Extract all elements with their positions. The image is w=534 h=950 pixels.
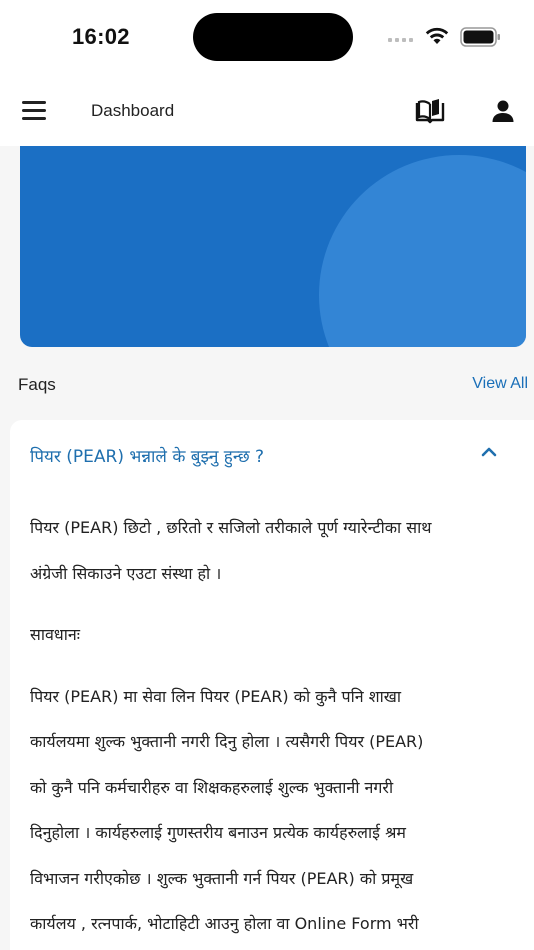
faq-card: पियर (PEAR) भन्नाले के बुझ्नु हुन्छ ? पि… <box>10 420 534 950</box>
warning-label: सावधानः <box>30 625 80 644</box>
faq-answer: पियर (PEAR) छिटो , छरितो र सजिलो तरीकाले… <box>30 505 520 947</box>
answer-line: पियर (PEAR) छिटो , छरितो र सजिलो तरीकाले… <box>30 518 432 537</box>
app-bar: Dashboard <box>0 80 534 146</box>
menu-icon[interactable] <box>22 101 48 123</box>
answer-line: अंग्रेजी सिकाउने एउटा संस्था हो । <box>30 563 222 583</box>
promo-banner[interactable] <box>20 146 526 347</box>
answer-line: विभाजन गरीएकोछ । शुल्क भुक्तानी गर्न पिय… <box>30 868 414 888</box>
answer-line: कार्यलयमा शुल्क भुक्तानी नगरी दिनु होला … <box>30 732 424 751</box>
book-icon[interactable] <box>414 98 446 124</box>
answer-line: पियर (PEAR) मा सेवा लिन पियर (PEAR) को क… <box>30 686 401 706</box>
answer-line: दिनुहोला । कार्यहरुलाई गुणस्तरीय बनाउन प… <box>30 823 406 842</box>
chevron-up-icon[interactable] <box>480 446 498 458</box>
faq-question[interactable]: पियर (PEAR) भन्नाले के बुझ्नु हुन्छ ? <box>30 444 264 467</box>
faqs-section-title: Faqs <box>18 375 56 394</box>
wifi-icon <box>425 27 449 44</box>
person-icon[interactable] <box>490 98 516 124</box>
answer-line: कार्यलय , रत्नपार्क, भोटाहिटी आउनु होला … <box>30 914 419 933</box>
dynamic-island <box>193 13 353 61</box>
battery-icon <box>460 27 500 47</box>
page-title: Dashboard <box>91 101 175 120</box>
banner-decoration <box>319 155 526 347</box>
status-time: 16:02 <box>72 24 130 49</box>
view-all-link[interactable]: View All <box>472 375 528 393</box>
status-bar: 16:02 <box>0 0 534 80</box>
answer-line: को कुनै पनि कर्मचारीहरु वा शिक्षकहरुलाई … <box>30 777 394 797</box>
cellular-signal-icon <box>388 38 413 42</box>
